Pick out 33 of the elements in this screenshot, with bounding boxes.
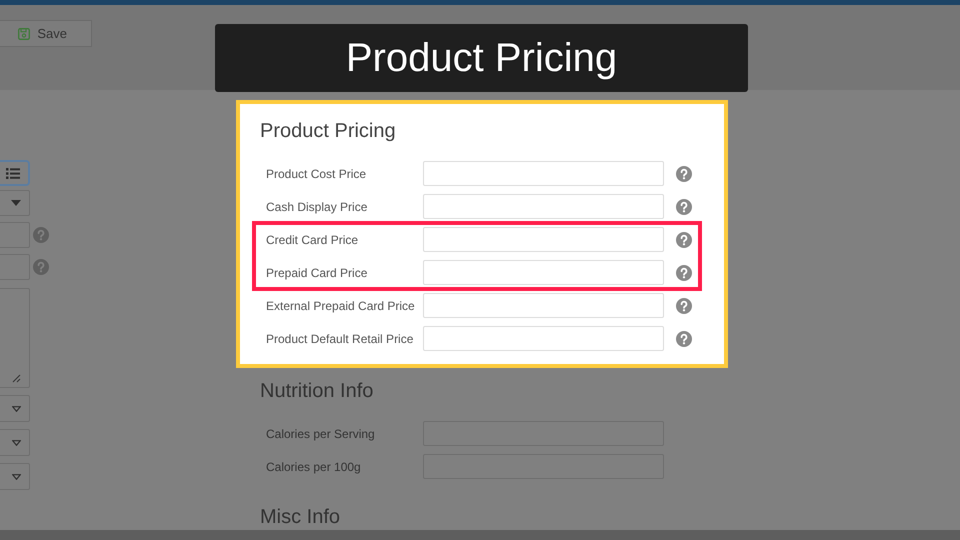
help-icon[interactable] [676, 166, 692, 182]
help-icon[interactable] [33, 227, 49, 243]
field-label: Calories per 100g [266, 458, 362, 476]
help-icon[interactable] [676, 264, 692, 280]
text-area[interactable] [0, 288, 30, 388]
dropdown[interactable] [0, 190, 30, 216]
select-field[interactable] [0, 429, 30, 456]
field-label: Prepaid Card Price [266, 264, 368, 282]
section-heading: Misc Info [260, 505, 342, 530]
section-heading: Product Pricing [260, 119, 397, 144]
field-label: Calories per Serving [266, 426, 376, 442]
select-field[interactable] [0, 463, 30, 490]
field-label: Product Cost Price [266, 166, 368, 182]
field-label: External Prepaid Card Price [266, 298, 416, 314]
section-heading: Nutrition Info [260, 379, 374, 404]
caret-icon [12, 440, 21, 446]
field-label: Cash Display Price [266, 198, 368, 216]
list-button[interactable] [0, 160, 30, 186]
help-icon[interactable] [33, 259, 49, 275]
list-icon [6, 168, 20, 178]
save-button[interactable]: Save [0, 20, 92, 47]
help-icon[interactable] [676, 232, 692, 248]
field-label: Product Default Retail Price [266, 330, 414, 348]
title-banner: Product Pricing [215, 24, 748, 92]
caret-icon [12, 406, 21, 412]
resize-grip-icon [12, 374, 21, 383]
select-field[interactable] [0, 395, 30, 422]
caret-icon [12, 474, 21, 480]
help-icon[interactable] [676, 330, 692, 346]
help-icon[interactable] [676, 198, 692, 214]
field-label: Credit Card Price [266, 232, 360, 248]
help-icon[interactable] [676, 298, 692, 314]
caret-icon [11, 200, 21, 206]
